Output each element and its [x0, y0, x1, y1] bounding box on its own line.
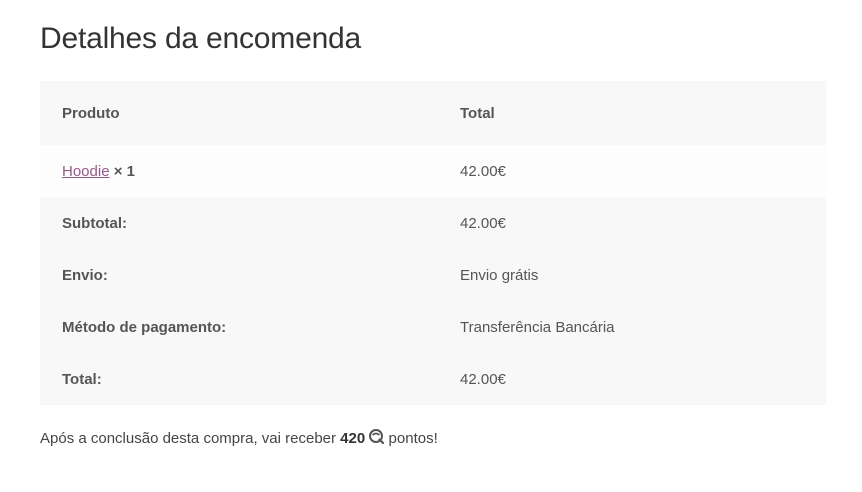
payment-method-label: Método de pagamento: [62, 318, 227, 336]
points-message: Após a conclusão desta compra, vai receb… [40, 429, 438, 447]
page-title: Detalhes da encomenda [40, 22, 362, 55]
points-prefix: Após a conclusão desta compra, vai receb… [40, 430, 336, 447]
subtotal-label: Subtotal: [62, 214, 127, 232]
points-icon [369, 429, 385, 445]
product-link-hoodie[interactable]: Hoodie [62, 163, 110, 180]
order-details-table: Produto Total Hoodie × 1 42.00€ Subtotal… [40, 81, 826, 405]
payment-method-value: Transferência Bancária [460, 318, 615, 336]
header-product: Produto [62, 104, 120, 122]
shipping-value: Envio grátis [460, 266, 539, 284]
payment-method-row: Método de pagamento: Transferência Bancá… [40, 301, 826, 353]
subtotal-row: Subtotal: 42.00€ [40, 197, 826, 249]
total-label: Total: [62, 370, 102, 388]
product-cell: Hoodie × 1 [40, 145, 438, 197]
product-quantity: × 1 [113, 162, 135, 180]
shipping-row: Envio: Envio grátis [40, 249, 826, 301]
header-total: Total [460, 104, 495, 122]
total-value: 42.00€ [460, 370, 506, 388]
points-amount: 420 [340, 430, 366, 447]
table-row: Hoodie × 1 42.00€ [40, 145, 826, 197]
shipping-label: Envio: [62, 266, 108, 284]
total-row: Total: 42.00€ [40, 353, 826, 405]
points-suffix: pontos! [388, 430, 438, 447]
subtotal-value: 42.00€ [460, 214, 506, 232]
table-header-row: Produto Total [40, 81, 826, 145]
product-total: 42.00€ [460, 162, 506, 180]
